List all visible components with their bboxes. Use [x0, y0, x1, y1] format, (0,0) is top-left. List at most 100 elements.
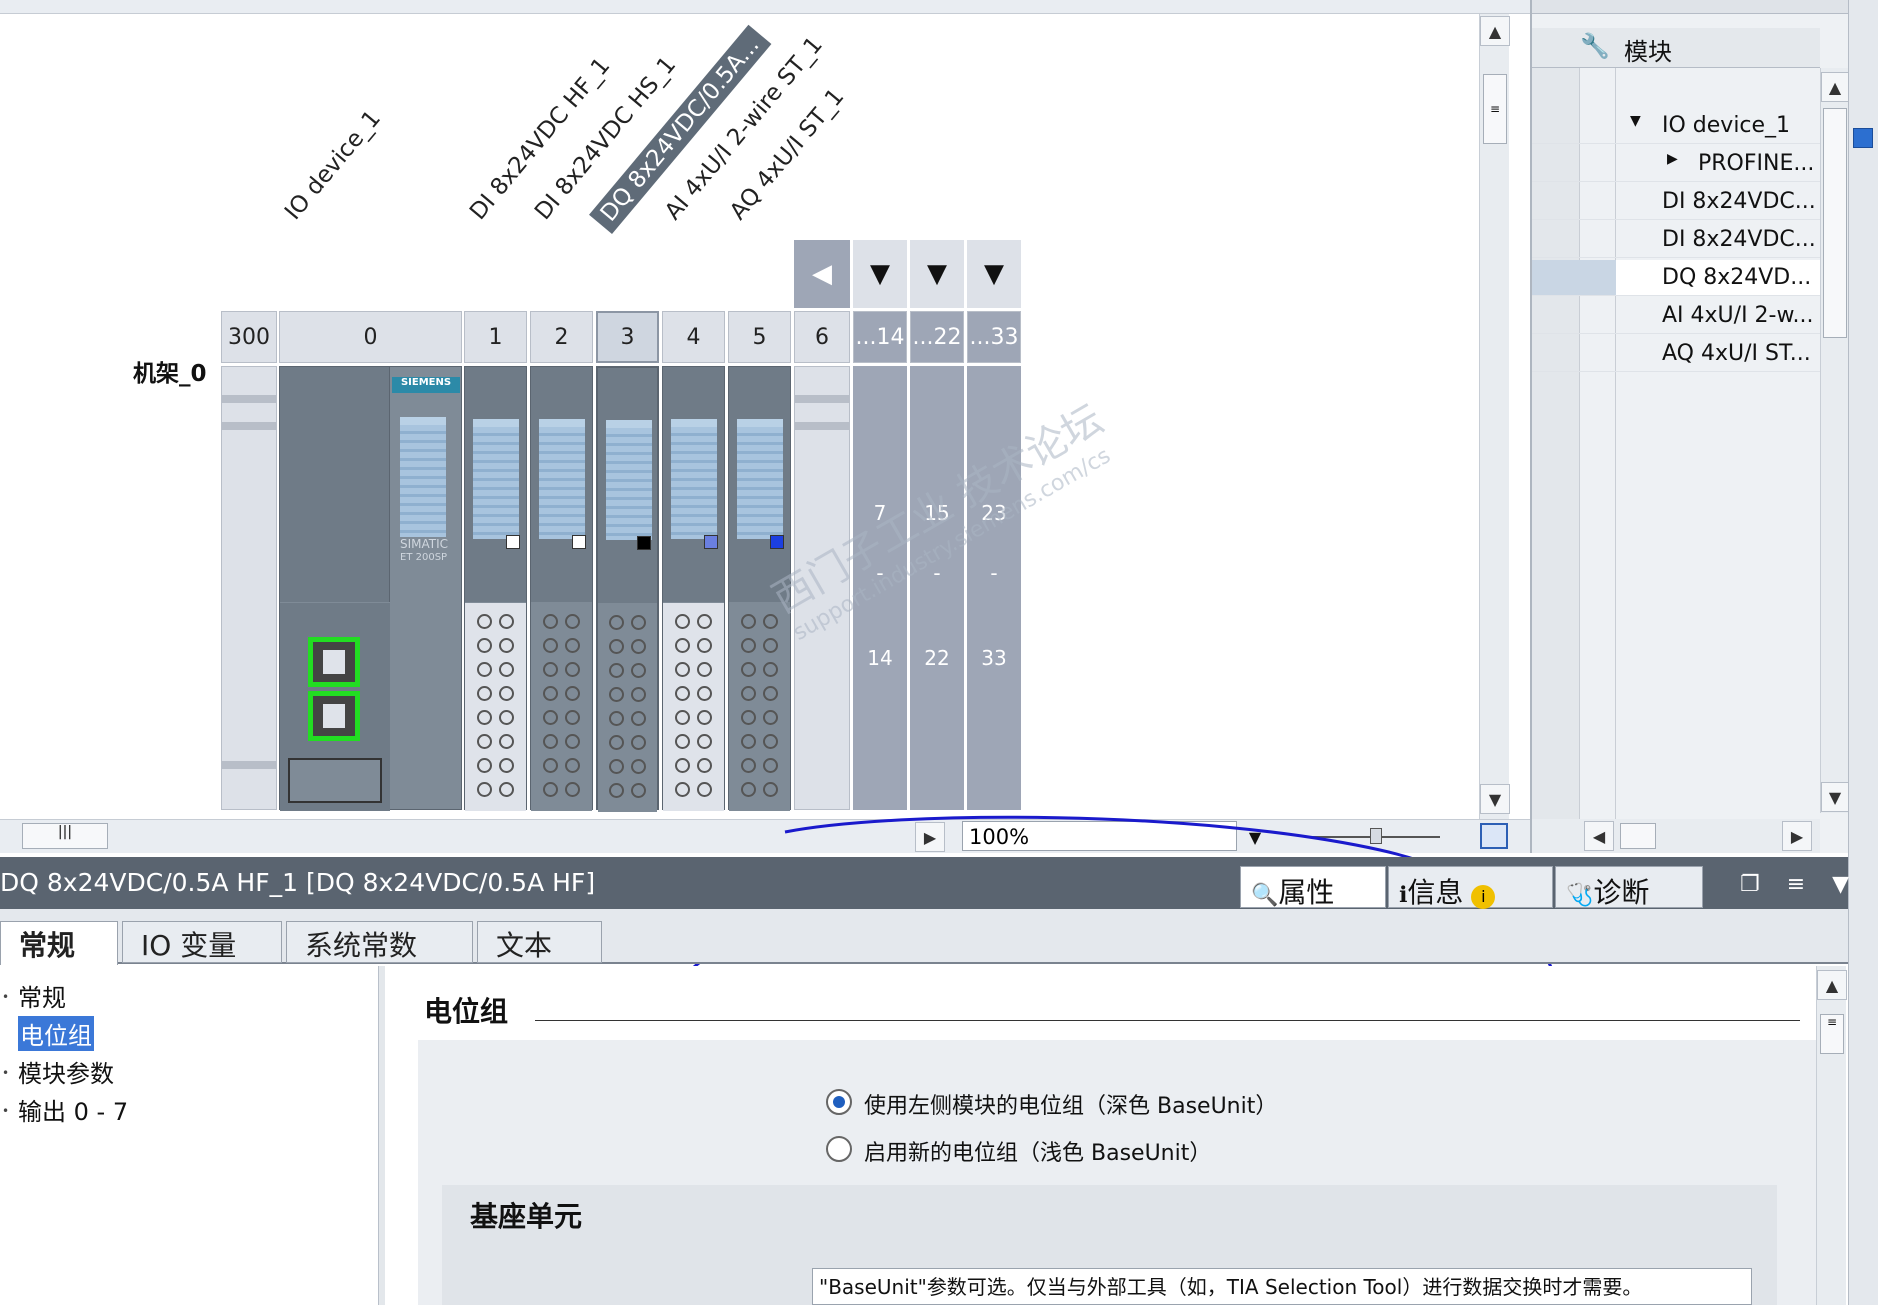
module-row-label: IO device_1: [1662, 113, 1791, 138]
panel-horizontal-scrollbar[interactable]: ◀ ▶: [1532, 819, 1820, 853]
tab-system-constants[interactable]: 系统常数: [286, 921, 473, 963]
bullet-icon: •: [2, 1104, 10, 1118]
scroll-thumb[interactable]: ≡: [1820, 1014, 1844, 1054]
slot-number-300[interactable]: 300: [221, 311, 277, 363]
module-ai[interactable]: [662, 366, 725, 811]
panel-tab-strip: [1532, 0, 1850, 14]
module-row-aq[interactable]: AQ 4xU/I ST...: [1532, 336, 1820, 372]
slot-number-33[interactable]: ...33: [967, 311, 1021, 363]
radio-label-use-left[interactable]: 使用左侧模块的电位组（深色 BaseUnit）: [864, 1088, 1277, 1120]
tab-info[interactable]: ℹ信息 i: [1388, 866, 1553, 909]
chevron-down-icon[interactable]: ▼: [1630, 113, 1641, 129]
module-row-label: AQ 4xU/I ST...: [1662, 341, 1811, 366]
tab-properties[interactable]: 🔍属性: [1240, 866, 1386, 909]
siemens-logo: SIEMENS: [392, 377, 460, 393]
module-dq-selected[interactable]: [596, 366, 659, 812]
canvas-vertical-scrollbar[interactable]: ▲ ≡ ▼: [1479, 14, 1510, 819]
radio-label-enable-new[interactable]: 启用新的电位组（浅色 BaseUnit）: [864, 1135, 1211, 1167]
canvas-horizontal-bar: ||| ▶ ▼: [0, 819, 1530, 853]
section-divider: [535, 1020, 1800, 1021]
rack-label: 机架_0: [133, 361, 207, 387]
base-unit-description: "BaseUnit"参数可选。仅当与外部工具（如，TIA Selection T…: [812, 1268, 1752, 1305]
range-end: 14: [867, 646, 893, 670]
slot-number-1[interactable]: 1: [464, 311, 527, 363]
zoom-field[interactable]: 100%: [962, 821, 1237, 851]
slot-number-14[interactable]: ...14: [853, 311, 907, 363]
ethernet-port-1[interactable]: [308, 637, 360, 687]
hscroll-thumb[interactable]: |||: [22, 823, 108, 849]
scroll-down-icon[interactable]: ▼: [1480, 784, 1510, 814]
zoom-slider[interactable]: [1310, 828, 1440, 844]
slot-number-2[interactable]: 2: [530, 311, 593, 363]
zoom-dropdown-icon[interactable]: ▼: [1240, 822, 1270, 852]
tab-texts[interactable]: 文本: [477, 921, 602, 963]
tab-info-label: 信息: [1407, 876, 1464, 909]
overview-navigation-icon[interactable]: [1480, 823, 1508, 849]
ethernet-port-2[interactable]: [308, 691, 360, 741]
module-row-io-device[interactable]: ▼ IO device_1: [1532, 108, 1820, 144]
module-di-hf[interactable]: [464, 366, 527, 811]
module-label-io-device[interactable]: IO device_1: [280, 106, 386, 225]
scroll-thumb[interactable]: ≡: [1483, 74, 1507, 144]
scroll-right-icon[interactable]: ▶: [915, 822, 945, 852]
module-row-ai[interactable]: AI 4xU/I 2-w...: [1532, 298, 1820, 334]
expand-slot-23-button[interactable]: ▼: [967, 240, 1021, 308]
terminal-block: [598, 604, 657, 812]
scroll-thumb[interactable]: [1823, 108, 1847, 338]
property-nav-tree: • 常规 电位组 • 模块参数 • 输出 0 - 7: [0, 966, 390, 1305]
expand-slot-7-button[interactable]: ▼: [853, 240, 907, 308]
chevron-right-icon[interactable]: ▶: [1667, 151, 1678, 167]
radio-use-left-potential-group[interactable]: [826, 1089, 852, 1115]
diagnostics-icon: 🩺: [1566, 883, 1594, 908]
scroll-left-icon[interactable]: ◀: [1584, 821, 1614, 851]
module-di-hs[interactable]: [530, 366, 593, 811]
collapse-left-button[interactable]: ◀: [794, 240, 850, 308]
empty-slots-15-22[interactable]: 15 - 22: [910, 366, 964, 810]
rack-rail-left: [221, 366, 277, 810]
checkbox-icon[interactable]: [1853, 128, 1873, 148]
terminal-block: [465, 603, 526, 811]
properties-icon: 🔍: [1251, 883, 1279, 908]
content-vertical-scrollbar[interactable]: ▲ ≡: [1816, 966, 1847, 1305]
radio-enable-new-potential-group[interactable]: [826, 1136, 852, 1162]
base-unit-title: 基座单元: [470, 1200, 583, 1233]
scroll-up-icon[interactable]: ▲: [1821, 72, 1849, 102]
slot-number-22[interactable]: ...22: [910, 311, 964, 363]
module-row-label: AI 4xU/I 2-w...: [1662, 303, 1814, 328]
nav-outputs[interactable]: 输出 0 - 7: [18, 1092, 128, 1127]
port-block: [280, 603, 390, 811]
panel-vertical-scrollbar[interactable]: ▲ ▼: [1820, 68, 1849, 813]
module-label-aq[interactable]: AQ 4xU/I ST_1: [725, 84, 849, 225]
nav-general[interactable]: 常规: [18, 978, 66, 1013]
module-row-di-2[interactable]: DI 8x24VDC...: [1532, 222, 1820, 258]
module-row-di-1[interactable]: DI 8x24VDC...: [1532, 184, 1820, 220]
nav-potential-group[interactable]: 电位组: [18, 1016, 94, 1051]
device-view-canvas[interactable]: IO device_1 DI 8x24VDC HF_1 DI 8x24VDC H…: [0, 14, 1475, 819]
tab-general[interactable]: 常规: [0, 921, 118, 965]
terminal-block: [663, 603, 724, 811]
tools-icon: 🔧: [1580, 32, 1610, 60]
scroll-up-icon[interactable]: ▲: [1480, 16, 1510, 46]
scroll-right-icon[interactable]: ▶: [1782, 821, 1812, 851]
module-column-header[interactable]: 🔧 模块: [1532, 28, 1820, 68]
slot-number-6[interactable]: 6: [794, 311, 850, 363]
interface-module[interactable]: SIEMENS SIMATIC ET 200SP: [279, 366, 462, 811]
slot-number-3[interactable]: 3: [596, 311, 659, 363]
slot-number-4[interactable]: 4: [662, 311, 725, 363]
device-view-toolbar: [0, 0, 1530, 14]
slot-number-5[interactable]: 5: [728, 311, 791, 363]
terminal-block: [531, 603, 592, 811]
expand-slot-15-button[interactable]: ▼: [910, 240, 964, 308]
nav-module-parameters[interactable]: 模块参数: [18, 1054, 114, 1089]
scroll-up-icon[interactable]: ▲: [1817, 970, 1847, 1000]
module-row-profinet[interactable]: ▶ PROFINE...: [1532, 146, 1820, 182]
slot-number-0[interactable]: 0: [279, 311, 462, 363]
scroll-down-icon[interactable]: ▼: [1821, 782, 1849, 812]
hscroll-thumb[interactable]: [1620, 823, 1656, 849]
tab-diagnostics[interactable]: 🩺诊断: [1555, 866, 1703, 909]
module-row-dq-selected[interactable]: DQ 8x24VD...: [1532, 260, 1820, 296]
module-row-label: PROFINE...: [1698, 151, 1815, 176]
window-controls[interactable]: ❐ ≡ ▼: [1740, 872, 1859, 897]
bullet-icon: •: [2, 1066, 10, 1080]
tab-io-tags[interactable]: IO 变量: [122, 921, 282, 963]
